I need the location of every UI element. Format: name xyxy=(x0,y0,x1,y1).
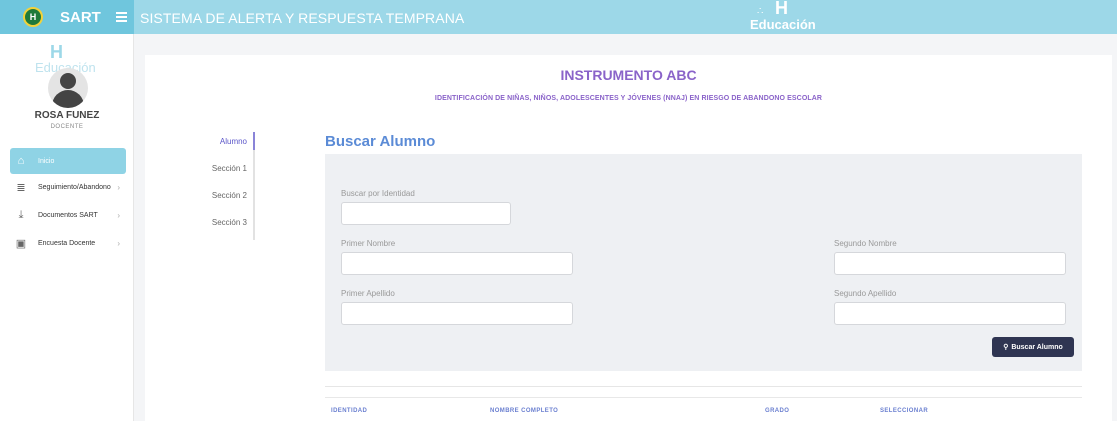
app-title: SISTEMA DE ALERTA Y RESPUESTA TEMPRANA xyxy=(140,10,465,26)
sidebar-item-label: Encuesta Docente xyxy=(38,239,96,247)
column-header-seleccionar[interactable]: SELECCIONAR xyxy=(880,408,928,414)
top-bar: H SART SISTEMA DE ALERTA Y RESPUESTA TEM… xyxy=(0,0,1117,34)
step-nav: Alumno Sección 1 Sección 2 Sección 3 xyxy=(200,132,255,240)
identity-input[interactable] xyxy=(341,202,511,225)
home-icon: ⌂ xyxy=(17,155,25,167)
avatar xyxy=(48,68,88,108)
section-title: Buscar Alumno xyxy=(325,133,436,150)
logo-mark: H xyxy=(29,12,37,22)
chevron-right-icon: › xyxy=(117,238,120,248)
sidebar: H Educación ROSA FUNEZ DOCENTE ⌂ Inicio … xyxy=(0,34,134,421)
first-surname-input[interactable] xyxy=(341,302,573,325)
second-surname-input[interactable] xyxy=(834,302,1066,325)
step-seccion-1[interactable]: Sección 1 xyxy=(200,164,253,173)
active-step-indicator xyxy=(253,132,255,150)
chevron-right-icon: › xyxy=(117,182,120,192)
sidebar-item-label: Documentos SART xyxy=(38,211,98,219)
sidebar-item-seguimiento[interactable]: ≣ Seguimiento/Abandono › xyxy=(10,174,126,200)
step-alumno[interactable]: Alumno xyxy=(200,137,253,146)
download-icon: ⤓ xyxy=(18,208,24,221)
user-name: ROSA FUNEZ xyxy=(34,110,100,121)
results-table: IDENTIDAD NOMBRE COMPLETO GRADO SELECCIO… xyxy=(325,386,1082,421)
second-name-label: Segundo Nombre xyxy=(834,239,897,248)
search-icon: ⚲ xyxy=(1003,344,1009,351)
column-header-identidad[interactable]: IDENTIDAD xyxy=(331,408,367,414)
id-label: Buscar por Identidad xyxy=(341,189,415,198)
user-role: DOCENTE xyxy=(50,124,84,130)
menu-icon[interactable] xyxy=(115,12,127,22)
education-logo: ∴ H Educación xyxy=(750,0,870,34)
first-name-input[interactable] xyxy=(341,252,573,275)
chart-icon: ▣ xyxy=(15,237,27,250)
first-name-label: Primer Nombre xyxy=(341,239,396,248)
sidebar-item-inicio[interactable]: ⌂ Inicio xyxy=(10,148,126,174)
step-seccion-3[interactable]: Sección 3 xyxy=(200,218,253,227)
search-panel: Buscar por Identidad Primer Nombre Segun… xyxy=(325,154,1082,371)
main-card: INSTRUMENTO ABC IDENTIFICACIÓN DE NIÑAS,… xyxy=(145,55,1112,421)
second-surname-label: Segundo Apellido xyxy=(834,289,897,298)
honduras-logo: H xyxy=(23,7,43,27)
column-header-grado[interactable]: GRADO xyxy=(765,408,789,414)
step-seccion-2[interactable]: Sección 2 xyxy=(200,191,253,200)
column-header-nombre[interactable]: NOMBRE COMPLETO xyxy=(490,408,558,414)
brand-name[interactable]: SART xyxy=(60,9,101,26)
page-subtitle: IDENTIFICACIÓN DE NIÑAS, NIÑOS, ADOLESCE… xyxy=(434,95,823,102)
sidebar-item-label: Inicio xyxy=(38,157,55,165)
table-header: IDENTIDAD NOMBRE COMPLETO GRADO SELECCIO… xyxy=(325,397,1082,421)
sidebar-item-documentos[interactable]: ⤓ Documentos SART › xyxy=(10,202,126,228)
logo-dots-icon: ∴ xyxy=(757,6,765,17)
search-student-button[interactable]: ⚲ Buscar Alumno xyxy=(992,337,1074,357)
logo-text: Educación xyxy=(750,17,816,32)
sidebar-item-label: Seguimiento/Abandono xyxy=(38,183,111,191)
chevron-right-icon: › xyxy=(117,210,120,220)
second-name-input[interactable] xyxy=(834,252,1066,275)
brand: H SART xyxy=(0,0,134,34)
first-surname-label: Primer Apellido xyxy=(341,289,395,298)
database-icon: ≣ xyxy=(16,181,26,194)
page-title: INSTRUMENTO ABC xyxy=(560,67,697,83)
sidebar-item-encuesta[interactable]: ▣ Encuesta Docente › xyxy=(10,230,126,256)
search-button-label: Buscar Alumno xyxy=(1011,343,1063,351)
